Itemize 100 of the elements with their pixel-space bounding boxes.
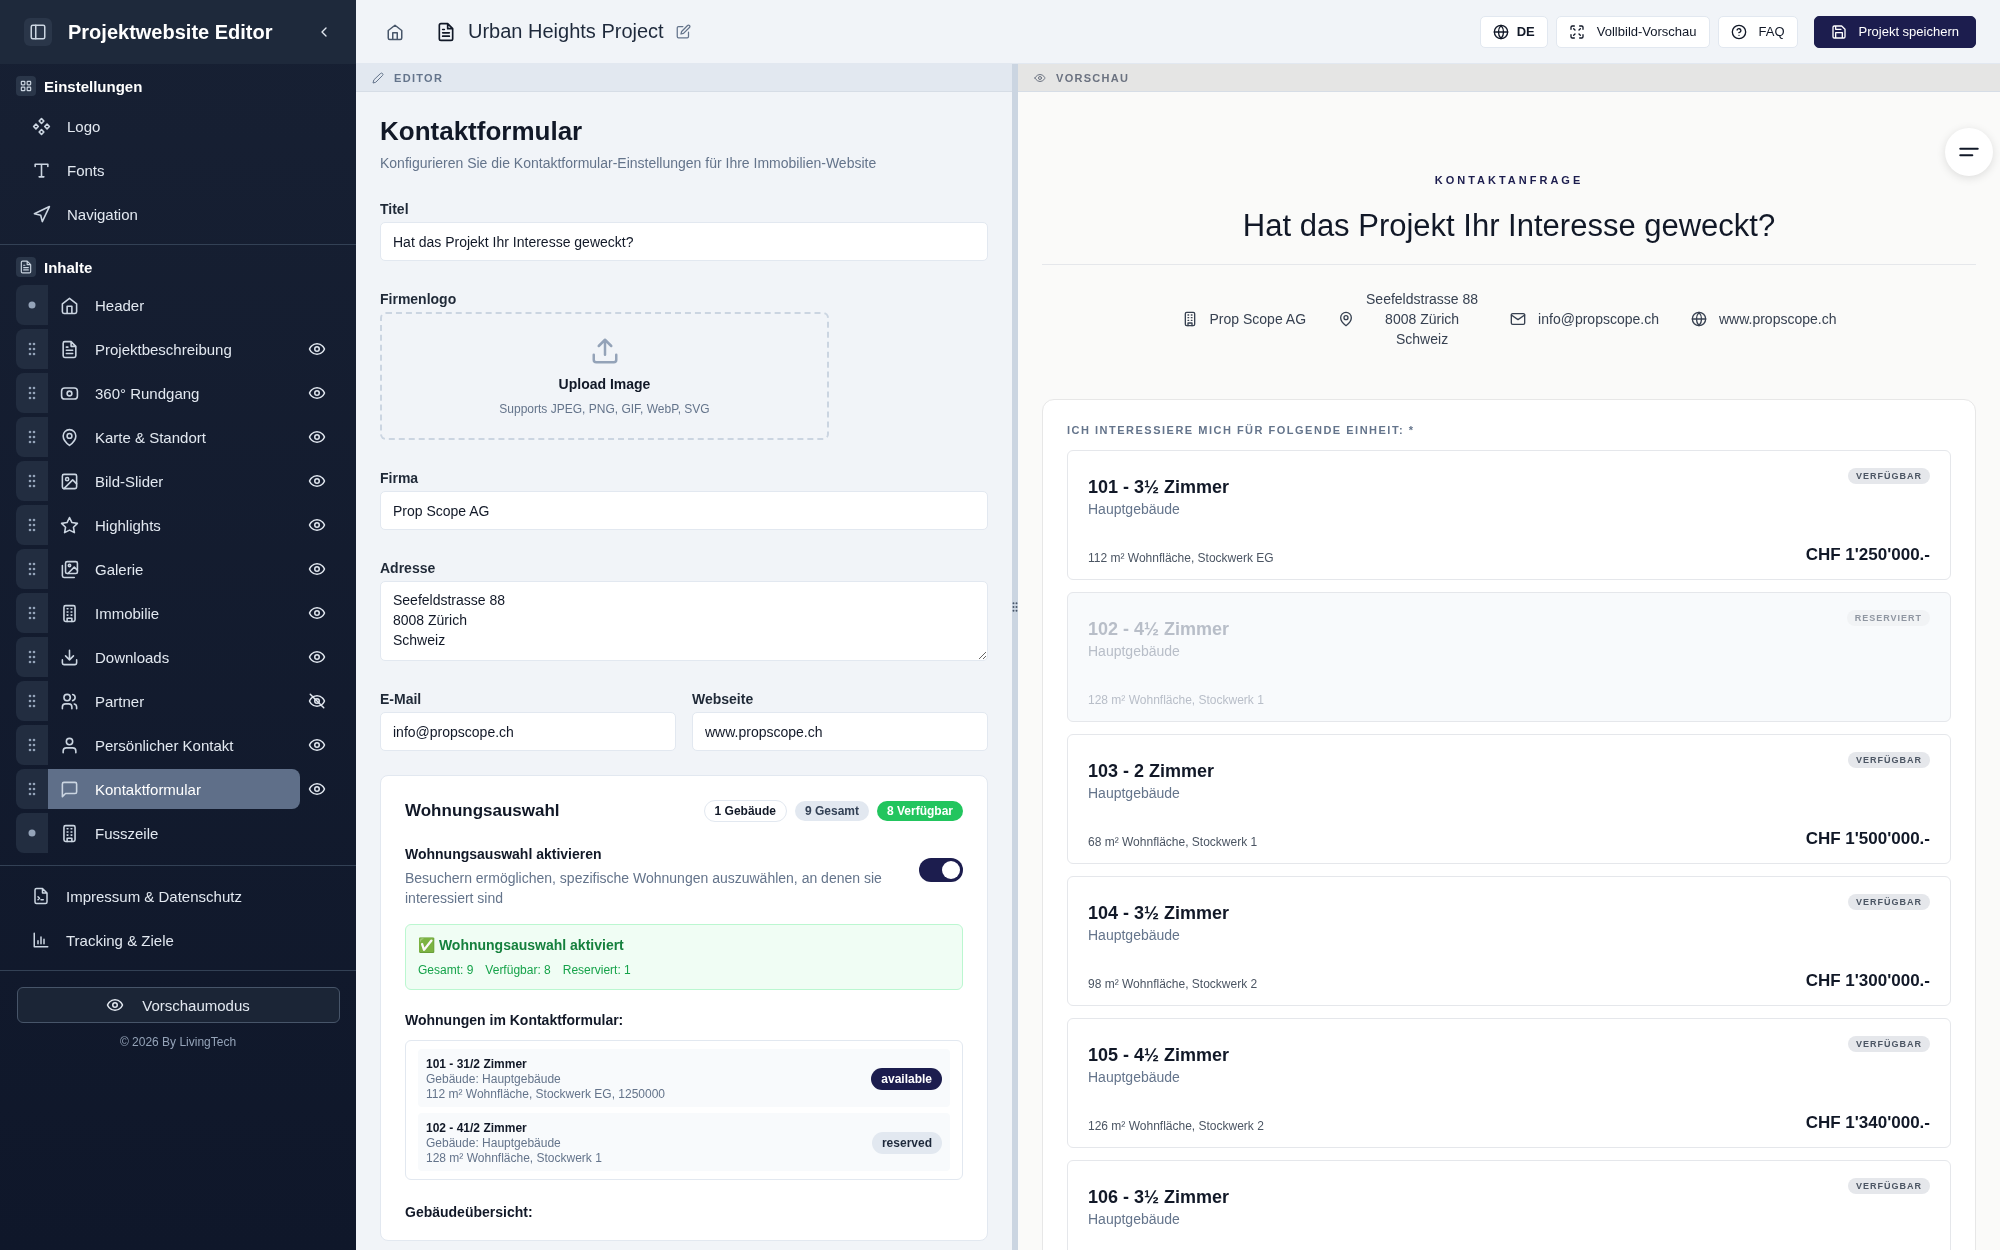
map-pin-icon — [60, 427, 79, 447]
unit-building: Hauptgebäude — [1088, 643, 1181, 661]
drag-handle[interactable] — [16, 549, 48, 589]
drag-handle[interactable] — [16, 681, 48, 721]
eye-icon[interactable] — [308, 736, 326, 754]
drag-handle[interactable] — [16, 417, 48, 457]
sidebar-item[interactable]: Fusszeile — [48, 813, 300, 853]
sidebar-item[interactable]: Persönlicher Kontakt — [48, 725, 300, 765]
drag-handle[interactable] — [16, 769, 48, 809]
sidebar-item[interactable]: Tracking & Ziele — [16, 918, 340, 962]
eye-icon[interactable] — [308, 340, 326, 358]
drag-handle[interactable] — [16, 725, 48, 765]
drag-handle[interactable] — [16, 637, 48, 677]
sidebar-item[interactable]: Fonts — [16, 148, 340, 192]
eye-icon[interactable] — [308, 516, 326, 534]
sidebar-item[interactable]: 360° Rundgang — [48, 373, 300, 413]
grip-icon[interactable] — [28, 738, 36, 752]
map-pin-icon — [1338, 311, 1355, 327]
grip-icon[interactable] — [28, 518, 36, 532]
eye-icon[interactable] — [308, 604, 326, 622]
contact-text: www.propscope.ch — [1718, 310, 1837, 329]
notice-stat: Gesamt: 9 — [418, 963, 474, 977]
home-icon[interactable] — [386, 22, 404, 41]
unit-card[interactable]: 101 - 3½ Zimmer VERFÜGBAR Hauptgebäude 112 m² Wohnfläche, Stockwerk EG CHF 1'250'000.- — [1067, 450, 1951, 580]
copyright-text: © 2026 By LivingTech — [119, 1035, 237, 1049]
unit-card[interactable]: 103 - 2 Zimmer VERFÜGBAR Hauptgebäude 68 m² Wohnfläche, Stockwerk 1 CHF 1'500'000.- — [1067, 734, 1951, 864]
app-title: Projektwebsite Editor — [68, 20, 274, 44]
grip-icon[interactable] — [28, 650, 36, 664]
status-badge: reserved — [871, 1132, 942, 1154]
section-title: Hat das Projekt Ihr Interesse geweckt? — [1042, 208, 1976, 265]
unit-title: 102 - 4½ Zimmer — [1088, 618, 1231, 641]
sidebar-item[interactable]: Header — [48, 285, 300, 325]
drag-handle[interactable] — [16, 285, 48, 325]
input-field[interactable]: Hat das Projekt Ihr Interesse geweckt? — [380, 222, 988, 261]
upload-dropzone[interactable]: Upload Image Supports JPEG, PNG, GIF, WebP, SVG — [380, 312, 829, 440]
sidebar-item[interactable]: Kontaktformular — [48, 769, 300, 809]
input-field[interactable]: Prop Scope AG — [380, 491, 988, 530]
grip-icon[interactable] — [28, 474, 36, 488]
dot-icon — [28, 829, 36, 837]
grip-icon[interactable] — [28, 782, 36, 796]
sidebar-item[interactable]: Immobilie — [48, 593, 300, 633]
sidebar-toggle-button[interactable] — [24, 18, 52, 46]
sidebar-item[interactable]: Karte & Standort — [48, 417, 300, 457]
sidebar-item[interactable]: Galerie — [48, 549, 300, 589]
unit-details: 68 m² Wohnfläche, Stockwerk 1 — [1088, 835, 1259, 849]
language-button[interactable]: DE — [1479, 15, 1548, 48]
drag-handle[interactable] — [16, 813, 48, 853]
grip-icon[interactable] — [28, 606, 36, 620]
grip-icon[interactable] — [28, 694, 36, 708]
contact-text: Prop Scope AG — [1209, 310, 1307, 329]
eye-icon[interactable] — [308, 780, 326, 798]
unit-card[interactable]: 105 - 4½ Zimmer VERFÜGBAR Hauptgebäude 126 m² Wohnfläche, Stockwerk 2 CHF 1'340'000.- — [1067, 1018, 1951, 1148]
sidebar-item[interactable]: Impressum & Datenschutz — [16, 874, 340, 918]
edit-icon[interactable] — [675, 24, 691, 39]
sidebar-item[interactable]: Navigation — [16, 192, 340, 236]
eye-icon[interactable] — [308, 648, 326, 666]
unit-price: CHF 1'300'000.- — [1805, 971, 1930, 991]
grip-icon[interactable] — [28, 562, 36, 576]
unit-card[interactable]: 104 - 3½ Zimmer VERFÜGBAR Hauptgebäude 98 m² Wohnfläche, Stockwerk 2 CHF 1'300'000.- — [1067, 876, 1951, 1006]
status-badge: VERFÜGBAR — [1848, 894, 1930, 910]
drag-handle[interactable] — [16, 329, 48, 369]
drag-handle[interactable] — [16, 461, 48, 501]
fullscreen-preview-button[interactable]: Vollbild-Vorschau — [1555, 15, 1710, 48]
toggle-switch[interactable] — [919, 858, 963, 882]
drag-handle[interactable] — [16, 505, 48, 545]
status-badge: VERFÜGBAR — [1848, 468, 1930, 484]
eye-icon[interactable] — [308, 428, 326, 446]
eye-icon[interactable] — [308, 384, 326, 402]
contact-text: Seefeldstrasse 88 8008 Zürich Schweiz — [1366, 290, 1479, 349]
input-field[interactable]: www.propscope.ch — [692, 712, 988, 751]
count-badge: 9 Gesamt — [794, 801, 869, 821]
eye-icon[interactable] — [308, 560, 326, 578]
sidebar-item[interactable]: Partner — [48, 681, 300, 721]
sidebar-item[interactable]: Logo — [16, 104, 340, 148]
sidebar-item[interactable]: Projektbeschreibung — [48, 329, 300, 369]
field-label: E-Mail — [380, 691, 423, 707]
menu-button[interactable] — [1945, 128, 1993, 176]
drag-handle[interactable] — [16, 373, 48, 413]
grip-icon[interactable] — [28, 386, 36, 400]
help-icon — [1730, 23, 1747, 40]
sidebar-item[interactable]: Highlights — [48, 505, 300, 545]
eye-icon[interactable] — [308, 472, 326, 490]
resize-handle-icon[interactable] — [1012, 600, 1018, 614]
input-field[interactable]: info@propscope.ch — [380, 712, 676, 751]
save-button[interactable]: Projekt speichern — [1813, 15, 1976, 48]
preview-mode-button[interactable]: Vorschaumodus — [16, 987, 340, 1023]
grip-icon[interactable] — [28, 342, 36, 356]
grip-icon[interactable] — [28, 430, 36, 444]
sidebar-item[interactable]: Bild-Slider — [48, 461, 300, 501]
eye-off-icon[interactable] — [308, 692, 326, 710]
image-icon — [60, 471, 79, 491]
upload-title: Upload Image — [558, 376, 651, 392]
unit-card[interactable]: 106 - 3½ Zimmer VERFÜGBAR Hauptgebäude — [1067, 1160, 1951, 1250]
input-field[interactable]: Seefeldstrasse 88 8008 Zürich Schweiz — [380, 581, 988, 661]
unit-building: Hauptgebäude — [1088, 785, 1181, 803]
sidebar-item[interactable]: Downloads — [48, 637, 300, 677]
faq-button[interactable]: FAQ — [1717, 15, 1798, 48]
field-label: Firma — [380, 470, 420, 486]
unit-price: CHF 1'500'000.- — [1805, 829, 1930, 849]
drag-handle[interactable] — [16, 593, 48, 633]
